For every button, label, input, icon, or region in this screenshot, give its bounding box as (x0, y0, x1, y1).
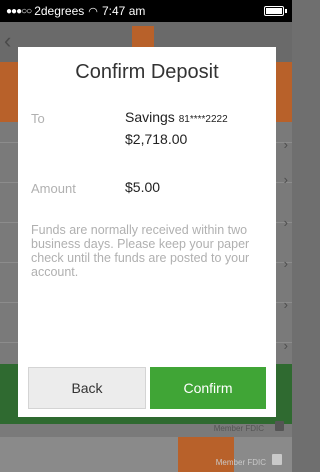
battery-icon (264, 6, 287, 16)
funds-availability-notice: Funds are normally received within two b… (31, 223, 250, 279)
status-time: 7:47 am (102, 4, 146, 18)
lock-icon (275, 421, 284, 431)
chevron-right-icon: › (283, 338, 288, 353)
signal-strength-icon: ●●●○○ (6, 5, 32, 17)
status-bar: ●●●○○ 2degrees ◠ 7:47 am (0, 0, 292, 22)
amount-label: Amount (31, 181, 76, 196)
account-number-masked: 81****2222 (178, 114, 228, 125)
chevron-right-icon: › (283, 137, 288, 152)
to-label: To (31, 111, 45, 126)
deposit-amount: $5.00 (125, 179, 161, 195)
lock-icon (272, 454, 282, 465)
confirm-deposit-dialog: Confirm Deposit To Savings 81****2222 $2… (18, 47, 276, 417)
dialog-title: Confirm Deposit (75, 61, 219, 83)
chevron-right-icon: › (283, 172, 288, 187)
member-fdic-label: Member FDIC (213, 424, 264, 433)
carrier-name: 2degrees (34, 4, 85, 18)
back-chevron-icon: ‹ (4, 28, 12, 53)
back-button[interactable]: Back (28, 367, 146, 409)
chevron-right-icon: › (283, 215, 288, 230)
account-balance: $2,718.00 (125, 131, 188, 147)
destination-account: Savings 81****2222 (125, 109, 228, 125)
chevron-right-icon: › (283, 297, 288, 312)
chevron-right-icon: › (283, 256, 288, 271)
confirm-button[interactable]: Confirm (150, 367, 266, 409)
wifi-icon: ◠ (88, 5, 98, 18)
member-fdic-label: Member FDIC (215, 458, 266, 467)
account-name: Savings (125, 109, 175, 125)
